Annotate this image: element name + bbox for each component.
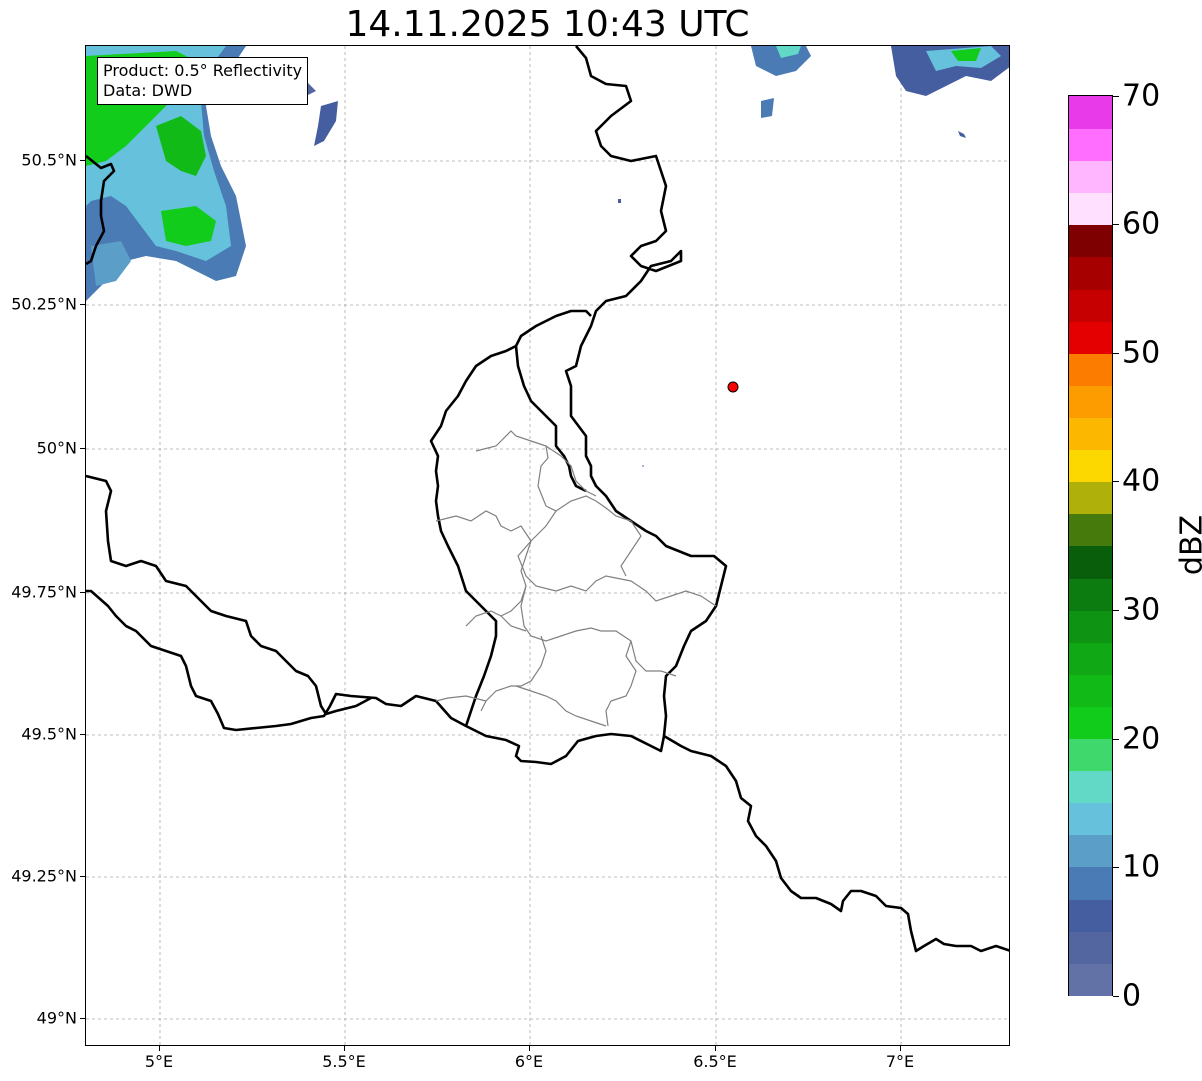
colorbar-segment: [1069, 256, 1112, 290]
radar-site-marker: [727, 381, 739, 393]
colorbar-segment: [1069, 673, 1112, 707]
lat-tick-mark: [80, 734, 85, 735]
colorbar-title: dBZ: [1174, 514, 1202, 576]
colorbar-segment: [1069, 706, 1112, 740]
colorbar-segment: [1069, 866, 1112, 900]
colorbar-segment: [1069, 898, 1112, 932]
lat-tick-label: 49.75°N: [11, 582, 77, 602]
lon-tick-label: 7°E: [885, 1052, 915, 1071]
colorbar-tick-label: 20: [1122, 721, 1161, 757]
product-label: Product: 0.5° Reflectivity: [103, 61, 303, 80]
reflectivity-colorbar: [1068, 95, 1113, 996]
colorbar-segment: [1069, 545, 1112, 579]
colorbar-segment: [1069, 930, 1112, 964]
colorbar-tick-label: 50: [1122, 335, 1161, 371]
lon-tick-label: 5°E: [144, 1052, 174, 1071]
lat-tick-mark: [80, 876, 85, 877]
data-source-label: Data: DWD: [103, 81, 193, 100]
precipitation-echoes-northeast: [618, 46, 1009, 203]
colorbar-tick: [1113, 353, 1119, 354]
colorbar-tick: [1113, 867, 1119, 868]
colorbar-segment: [1069, 384, 1112, 418]
map-area[interactable]: [85, 45, 1010, 1046]
lon-tick-mark: [344, 1046, 345, 1051]
colorbar-tick: [1113, 224, 1119, 225]
lon-tick-mark: [715, 1046, 716, 1051]
colorbar-segment: [1069, 641, 1112, 675]
colorbar-tick-label: 30: [1122, 592, 1161, 628]
colorbar-segment: [1069, 962, 1112, 996]
colorbar-tick-label: 70: [1122, 78, 1161, 114]
colorbar-segment: [1069, 320, 1112, 354]
colorbar-segment: [1069, 417, 1112, 451]
lat-tick-label: 49.5°N: [21, 724, 77, 744]
map-canvas: [86, 46, 1009, 1045]
lat-tick-label: 50.25°N: [11, 294, 77, 314]
colorbar-tick: [1113, 739, 1119, 740]
colorbar-segment: [1069, 481, 1112, 515]
colorbar-segment: [1069, 738, 1112, 772]
lat-tick-label: 49°N: [36, 1008, 77, 1028]
colorbar-tick-label: 60: [1122, 206, 1161, 242]
lat-tick-label: 50°N: [36, 438, 77, 458]
lat-tick-mark: [80, 160, 85, 161]
map-title: 14.11.2025 10:43 UTC: [345, 4, 750, 45]
product-info-box: Product: 0.5° Reflectivity Data: DWD: [97, 57, 309, 105]
colorbar-segment: [1069, 224, 1112, 258]
colorbar-segment: [1069, 802, 1112, 836]
colorbar-segment: [1069, 352, 1112, 386]
lat-tick-mark: [80, 1018, 85, 1019]
lat-tick-mark: [80, 592, 85, 593]
colorbar-segment: [1069, 449, 1112, 483]
colorbar-tick: [1113, 96, 1119, 97]
lon-tick-mark: [900, 1046, 901, 1051]
colorbar-segment: [1069, 288, 1112, 322]
lon-tick-label: 6°E: [514, 1052, 544, 1071]
lat-tick-label: 49.25°N: [11, 866, 77, 886]
lat-tick-mark: [80, 448, 85, 449]
colorbar-tick-label: 10: [1122, 849, 1161, 885]
colorbar-segment: [1069, 609, 1112, 643]
lon-tick-mark: [159, 1046, 160, 1051]
colorbar-segment: [1069, 834, 1112, 868]
lon-tick-label: 6.5°E: [693, 1052, 737, 1071]
colorbar-segment: [1069, 160, 1112, 194]
colorbar-tick-label: 40: [1122, 463, 1161, 499]
lon-tick-mark: [529, 1046, 530, 1051]
colorbar-segment: [1069, 192, 1112, 226]
colorbar-segment: [1069, 513, 1112, 547]
lon-tick-label: 5.5°E: [322, 1052, 366, 1071]
colorbar-segment: [1069, 577, 1112, 611]
colorbar-segment: [1069, 128, 1112, 162]
colorbar-tick: [1113, 996, 1119, 997]
colorbar-tick-label: 0: [1122, 978, 1142, 1014]
colorbar-segment: [1069, 96, 1112, 129]
colorbar-tick: [1113, 610, 1119, 611]
lat-tick-mark: [80, 304, 85, 305]
lat-tick-label: 50.5°N: [21, 150, 77, 170]
colorbar-segment: [1069, 770, 1112, 804]
district-borders: [435, 430, 717, 727]
colorbar-tick: [1113, 481, 1119, 482]
